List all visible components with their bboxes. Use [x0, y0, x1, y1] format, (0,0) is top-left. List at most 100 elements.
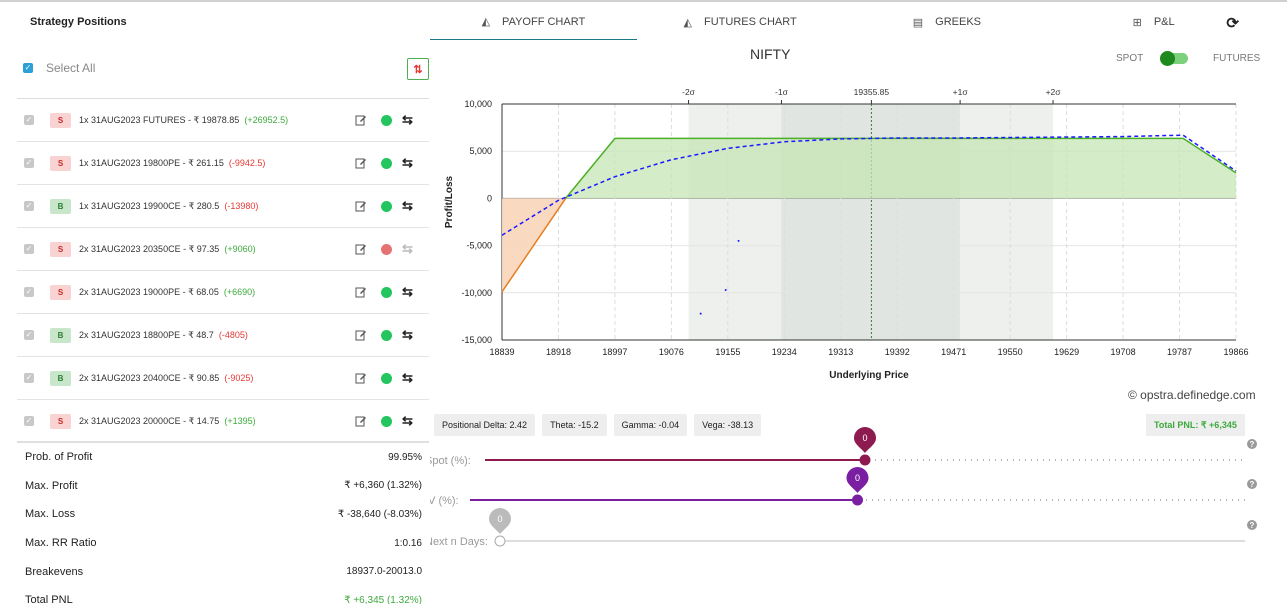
position-checkbox[interactable]: [24, 287, 34, 297]
edit-icon[interactable]: [354, 157, 367, 170]
position-checkbox[interactable]: [24, 201, 34, 211]
status-dot[interactable]: [381, 157, 392, 169]
stat-label: Prob. of Profit: [25, 451, 93, 464]
stat-row: Max. Loss ₹ -38,640 (-8.03%): [17, 500, 429, 529]
edit-icon[interactable]: [354, 286, 367, 299]
position-row: S 2x 31AUG2023 19000PE - ₹ 68.05 (+6690) ⇆: [17, 271, 429, 314]
tab-futures-chart[interactable]: ◭ FUTURES CHART: [637, 4, 844, 40]
x-tick-label: 18997: [602, 347, 627, 357]
y-axis-label: Profit/Loss: [444, 175, 455, 228]
top-marker-label: -2σ: [682, 87, 696, 97]
swap-icon[interactable]: ⇆: [402, 156, 417, 169]
position-row: B 2x 31AUG2023 20400CE - ₹ 90.85 (-9025) ⇆: [17, 357, 429, 400]
swap-icon[interactable]: ⇆: [402, 242, 417, 255]
app-root: Strategy Positions Select All ⇅ S 1x 31AU…: [0, 0, 1287, 604]
tab-label: PAYOFF CHART: [502, 15, 586, 28]
position-checkbox[interactable]: [24, 330, 34, 340]
slider-label: IV (%):: [430, 495, 459, 507]
strategy-positions-panel: Strategy Positions Select All ⇅ S 1x 31AU…: [17, 4, 429, 604]
top-marker-label: 19355.85: [854, 87, 890, 97]
edit-icon[interactable]: [354, 372, 367, 385]
slider-1[interactable]: IV (%): 0?: [430, 467, 1257, 507]
swap-icon[interactable]: ⇆: [402, 113, 417, 126]
position-checkbox[interactable]: [24, 158, 34, 168]
stat-label: Max. RR Ratio: [25, 537, 97, 550]
position-row: S 1x 31AUG2023 FUTURES - ₹ 19878.85 (+269…: [17, 99, 429, 142]
status-dot[interactable]: [381, 286, 392, 298]
swap-icon[interactable]: ⇆: [402, 414, 417, 427]
position-checkbox[interactable]: [24, 115, 34, 125]
x-tick-label: 18839: [489, 347, 514, 357]
position-text: 1x 31AUG2023 19900CE - ₹ 280.5 (-13980): [79, 201, 258, 212]
stat-row: Max. Profit ₹ +6,360 (1.32%): [17, 472, 429, 501]
refresh-icon[interactable]: ⟳: [1226, 14, 1239, 32]
help-icon-glyph: ?: [1250, 521, 1255, 530]
position-text: 1x 31AUG2023 19800PE - ₹ 261.15 (-9942.5…: [79, 158, 265, 169]
tab-payoff-chart[interactable]: ◭ PAYOFF CHART: [430, 4, 637, 40]
side-badge: S: [50, 241, 71, 257]
slider-label: Next n Days:: [430, 536, 488, 548]
edit-icon[interactable]: [354, 415, 367, 428]
tab-greeks[interactable]: ▤ GREEKS: [844, 4, 1051, 40]
stat-value: ₹ +6,360 (1.32%): [344, 480, 422, 492]
swap-icon[interactable]: ⇆: [402, 328, 417, 341]
status-dot[interactable]: [381, 372, 392, 384]
position-desc: 2x 31AUG2023 20400CE - ₹ 90.85: [79, 372, 220, 383]
x-tick-label: 19392: [885, 347, 910, 357]
top-marker-label: -1σ: [775, 87, 789, 97]
swap-icon[interactable]: ⇆: [402, 371, 417, 384]
position-checkbox[interactable]: [24, 416, 34, 426]
position-desc: 1x 31AUG2023 19900CE - ₹ 280.5: [79, 200, 220, 211]
position-text: 2x 31AUG2023 19000PE - ₹ 68.05 (+6690): [79, 287, 255, 298]
y-tick-label: -10,000: [461, 288, 492, 298]
x-tick-label: 19471: [941, 347, 966, 357]
side-badge: B: [50, 198, 71, 214]
toggle-label-spot: SPOT: [1116, 53, 1144, 64]
select-all-row[interactable]: Select All: [23, 61, 95, 75]
edit-icon[interactable]: [354, 243, 367, 256]
position-checkbox[interactable]: [24, 373, 34, 383]
top-marker-label: +1σ: [953, 87, 969, 97]
stat-value: 99.95%: [388, 451, 422, 463]
tab-label: FUTURES CHART: [704, 16, 797, 28]
area-chart-icon: ◭: [683, 16, 692, 29]
y-tick-label: -5,000: [466, 241, 492, 251]
stat-value: 1:0.16: [394, 537, 422, 549]
side-badge: S: [50, 413, 71, 429]
x-tick-label: 19866: [1223, 347, 1248, 357]
status-dot[interactable]: [381, 243, 392, 255]
slider-2[interactable]: Next n Days: 0?: [430, 508, 1257, 548]
edit-icon[interactable]: [354, 329, 367, 342]
y-tick-label: -15,000: [461, 335, 492, 345]
position-pnl: (+9060): [224, 243, 256, 254]
status-dot[interactable]: [381, 114, 392, 126]
chart-panel: ◭ PAYOFF CHART ◭ FUTURES CHART ▤ GREEKS ⊞ P&L ⟳…: [430, 4, 1261, 561]
slider-handle: [859, 454, 871, 466]
slider-0[interactable]: Spot (%): 0?: [430, 427, 1257, 467]
toggle-label-futures: FUTURES: [1213, 53, 1261, 64]
position-checkbox[interactable]: [24, 244, 34, 254]
edit-icon[interactable]: [354, 200, 367, 213]
side-badge: S: [50, 284, 71, 300]
status-dot[interactable]: [381, 329, 392, 341]
position-pnl: (-13980): [224, 200, 259, 211]
status-dot[interactable]: [381, 200, 392, 212]
slider-value: 0: [855, 473, 860, 483]
slider-label: Spot (%):: [430, 455, 471, 467]
edit-icon[interactable]: [354, 114, 367, 127]
y-tick-label: 10,000: [464, 99, 492, 109]
swap-icon[interactable]: ⇆: [402, 199, 417, 212]
slider-value: 0: [497, 514, 502, 524]
table-icon: ⊞: [1132, 16, 1142, 29]
position-row: S 2x 31AUG2023 20350CE - ₹ 97.35 (+9060) ⇆: [17, 228, 429, 271]
position-pnl: (+26952.5): [244, 114, 289, 125]
stat-value: 18937.0-20013.0: [346, 566, 422, 578]
select-all-checkbox[interactable]: [23, 63, 33, 73]
x-tick-label: 19076: [659, 347, 684, 357]
status-dot[interactable]: [381, 415, 392, 427]
stat-label: Max. Profit: [25, 479, 78, 492]
spot-futures-toggle[interactable]: [1160, 51, 1188, 66]
swap-icon[interactable]: ⇆: [402, 285, 417, 298]
position-pnl: (+1395): [224, 415, 256, 426]
sort-button[interactable]: ⇅: [407, 58, 429, 80]
